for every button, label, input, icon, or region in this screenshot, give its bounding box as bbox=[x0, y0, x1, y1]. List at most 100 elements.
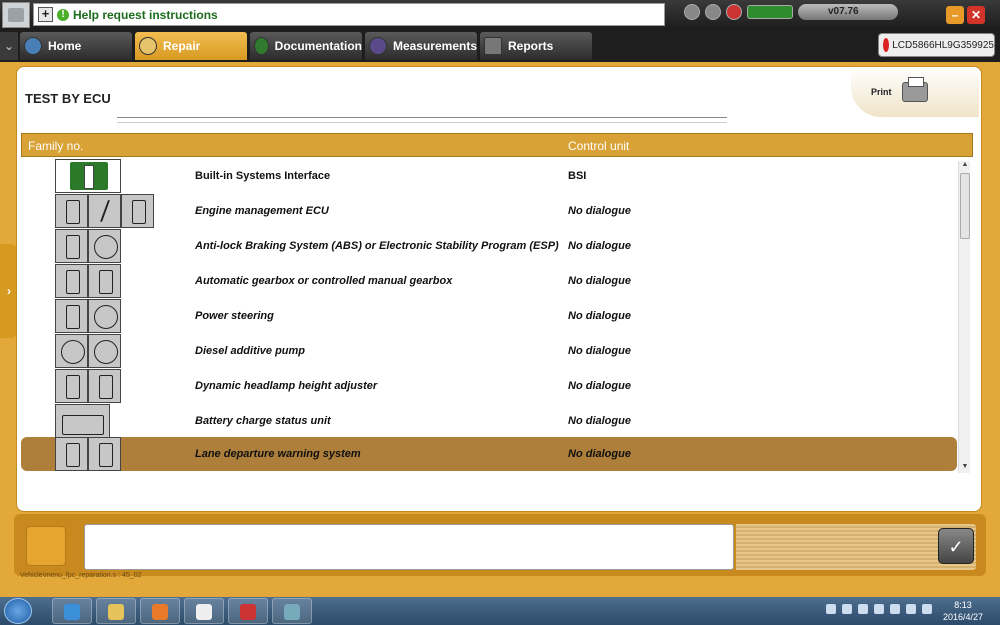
minimize-button[interactable]: – bbox=[946, 6, 964, 24]
table-row[interactable]: Battery charge status unit No dialogue bbox=[21, 404, 957, 438]
user-icon[interactable] bbox=[705, 4, 721, 20]
ecu-name: Battery charge status unit bbox=[195, 415, 331, 427]
app-logo bbox=[2, 2, 30, 28]
table-row[interactable]: Dynamic headlamp height adjuster No dial… bbox=[21, 369, 957, 403]
ecu-name: Anti-lock Braking System (ABS) or Electr… bbox=[195, 240, 559, 252]
divider bbox=[117, 117, 727, 118]
scroll-thumb[interactable] bbox=[960, 173, 970, 239]
column-header-family: Family no. bbox=[28, 139, 84, 153]
control-unit-value: No dialogue bbox=[568, 380, 631, 392]
tab-label: Reports bbox=[508, 39, 554, 53]
table-row-selected[interactable]: Lane departure warning system No dialogu… bbox=[21, 437, 957, 471]
ecu-icon bbox=[55, 264, 88, 298]
message-area bbox=[84, 524, 734, 570]
tab-reports[interactable]: Reports bbox=[480, 32, 592, 60]
taskbar: 8:13 2016/4/27 bbox=[0, 597, 1000, 625]
download-icon[interactable] bbox=[684, 4, 700, 20]
tab-label: Home bbox=[48, 39, 82, 53]
control-unit-value: No dialogue bbox=[568, 275, 631, 287]
close-button[interactable]: ✕ bbox=[967, 6, 985, 24]
device-id-label: LCD5866HL9G359925 bbox=[892, 39, 994, 51]
steering-icon bbox=[88, 299, 121, 333]
parking-icon bbox=[55, 334, 88, 368]
printer-icon bbox=[901, 77, 928, 102]
ecu-icon bbox=[55, 369, 88, 403]
plus-icon[interactable]: + bbox=[38, 7, 53, 22]
status-controls: v07.76 bbox=[684, 4, 898, 20]
bottom-panel: ✓ bbox=[14, 514, 986, 576]
keyboard-icon[interactable] bbox=[826, 604, 836, 614]
help-icon[interactable] bbox=[842, 604, 852, 614]
ecu-name: Power steering bbox=[195, 310, 274, 322]
ie-icon[interactable] bbox=[52, 598, 92, 624]
device-id-badge[interactable]: LCD5866HL9G359925 bbox=[878, 33, 995, 57]
clock-time: 8:13 bbox=[954, 600, 972, 610]
table-row[interactable]: Diesel additive pump No dialogue bbox=[21, 334, 957, 368]
clock[interactable]: 8:13 2016/4/27 bbox=[938, 599, 988, 623]
tab-bar: ⌄ Home Repair Documentation Measurements… bbox=[0, 30, 1000, 62]
ecu-icon bbox=[55, 194, 88, 228]
print-label: Print bbox=[871, 87, 892, 97]
media-player-icon[interactable] bbox=[140, 598, 180, 624]
folder-icon[interactable] bbox=[96, 598, 136, 624]
diagnostic-app-icon[interactable] bbox=[228, 598, 268, 624]
waveform-icon bbox=[369, 37, 387, 55]
network-icon[interactable] bbox=[858, 604, 868, 614]
ecu-icon bbox=[55, 299, 88, 333]
ecu-name: Diesel additive pump bbox=[195, 345, 306, 357]
chevron-down-icon[interactable]: ⌄ bbox=[0, 32, 18, 60]
validate-button[interactable]: ✓ bbox=[938, 528, 974, 564]
control-unit-value: No dialogue bbox=[568, 205, 631, 217]
control-unit-value: No dialogue bbox=[568, 240, 631, 252]
divider bbox=[117, 122, 727, 123]
paint-icon[interactable] bbox=[272, 598, 312, 624]
record-icon[interactable] bbox=[726, 4, 742, 20]
app-icon[interactable] bbox=[184, 598, 224, 624]
lightning-icon bbox=[88, 194, 121, 228]
tab-measurements[interactable]: Measurements bbox=[365, 32, 477, 60]
scroll-up-icon[interactable]: ▲ bbox=[959, 161, 971, 171]
document-icon bbox=[254, 37, 269, 55]
battery-icon bbox=[55, 404, 110, 438]
ecu-name: Lane departure warning system bbox=[195, 448, 361, 460]
info-icon: ! bbox=[57, 8, 69, 21]
content-card: TEST BY ECU Print Family no. Control uni… bbox=[16, 66, 982, 512]
control-unit-value: No dialogue bbox=[568, 415, 631, 427]
flag-icon[interactable] bbox=[890, 604, 900, 614]
language-icon[interactable] bbox=[874, 604, 884, 614]
coil-icon bbox=[88, 334, 121, 368]
print-button[interactable]: Print bbox=[851, 67, 979, 117]
bsi-icon bbox=[55, 159, 121, 193]
table-row[interactable]: Automatic gearbox or controlled manual g… bbox=[21, 264, 957, 298]
magnifier-icon bbox=[139, 37, 157, 55]
table-row[interactable]: Anti-lock Braking System (ABS) or Electr… bbox=[21, 229, 957, 263]
title-bar: + ! Help request instructions v07.76 – ✕ bbox=[0, 0, 1000, 30]
tab-label: Documentation bbox=[274, 39, 362, 53]
tab-home[interactable]: Home bbox=[20, 32, 132, 60]
ecu-list: Built-in Systems Interface BSI Engine ma… bbox=[21, 159, 957, 471]
monitor-icon[interactable] bbox=[906, 604, 916, 614]
menu-path: Vehicle\menu_fpc_reparation.s : 45_02 bbox=[20, 572, 142, 579]
control-unit-value: No dialogue bbox=[568, 345, 631, 357]
control-unit-value: No dialogue bbox=[568, 310, 631, 322]
power-icon bbox=[883, 38, 890, 52]
ecu-icon bbox=[55, 229, 88, 263]
help-request-bar[interactable]: + ! Help request instructions bbox=[33, 3, 665, 26]
ecu-name: Automatic gearbox or controlled manual g… bbox=[195, 275, 453, 287]
scroll-down-icon[interactable]: ▼ bbox=[959, 463, 971, 473]
headlamp-icon bbox=[88, 369, 121, 403]
table-row[interactable]: Built-in Systems Interface BSI bbox=[21, 159, 957, 193]
table-row[interactable]: Power steering No dialogue bbox=[21, 299, 957, 333]
volume-icon[interactable] bbox=[922, 604, 932, 614]
tab-repair[interactable]: Repair bbox=[135, 32, 247, 60]
table-row[interactable]: Engine management ECU No dialogue bbox=[21, 194, 957, 228]
vertical-scrollbar[interactable]: ▲ ▼ bbox=[958, 161, 970, 473]
report-icon bbox=[484, 37, 502, 55]
start-button[interactable] bbox=[4, 598, 32, 624]
control-unit-value: BSI bbox=[568, 170, 587, 182]
column-header-control-unit: Control unit bbox=[568, 139, 630, 153]
tab-label: Measurements bbox=[392, 39, 477, 53]
tab-documentation[interactable]: Documentation bbox=[250, 32, 362, 60]
tab-label: Repair bbox=[163, 39, 201, 53]
help-label: Help request instructions bbox=[73, 7, 218, 22]
